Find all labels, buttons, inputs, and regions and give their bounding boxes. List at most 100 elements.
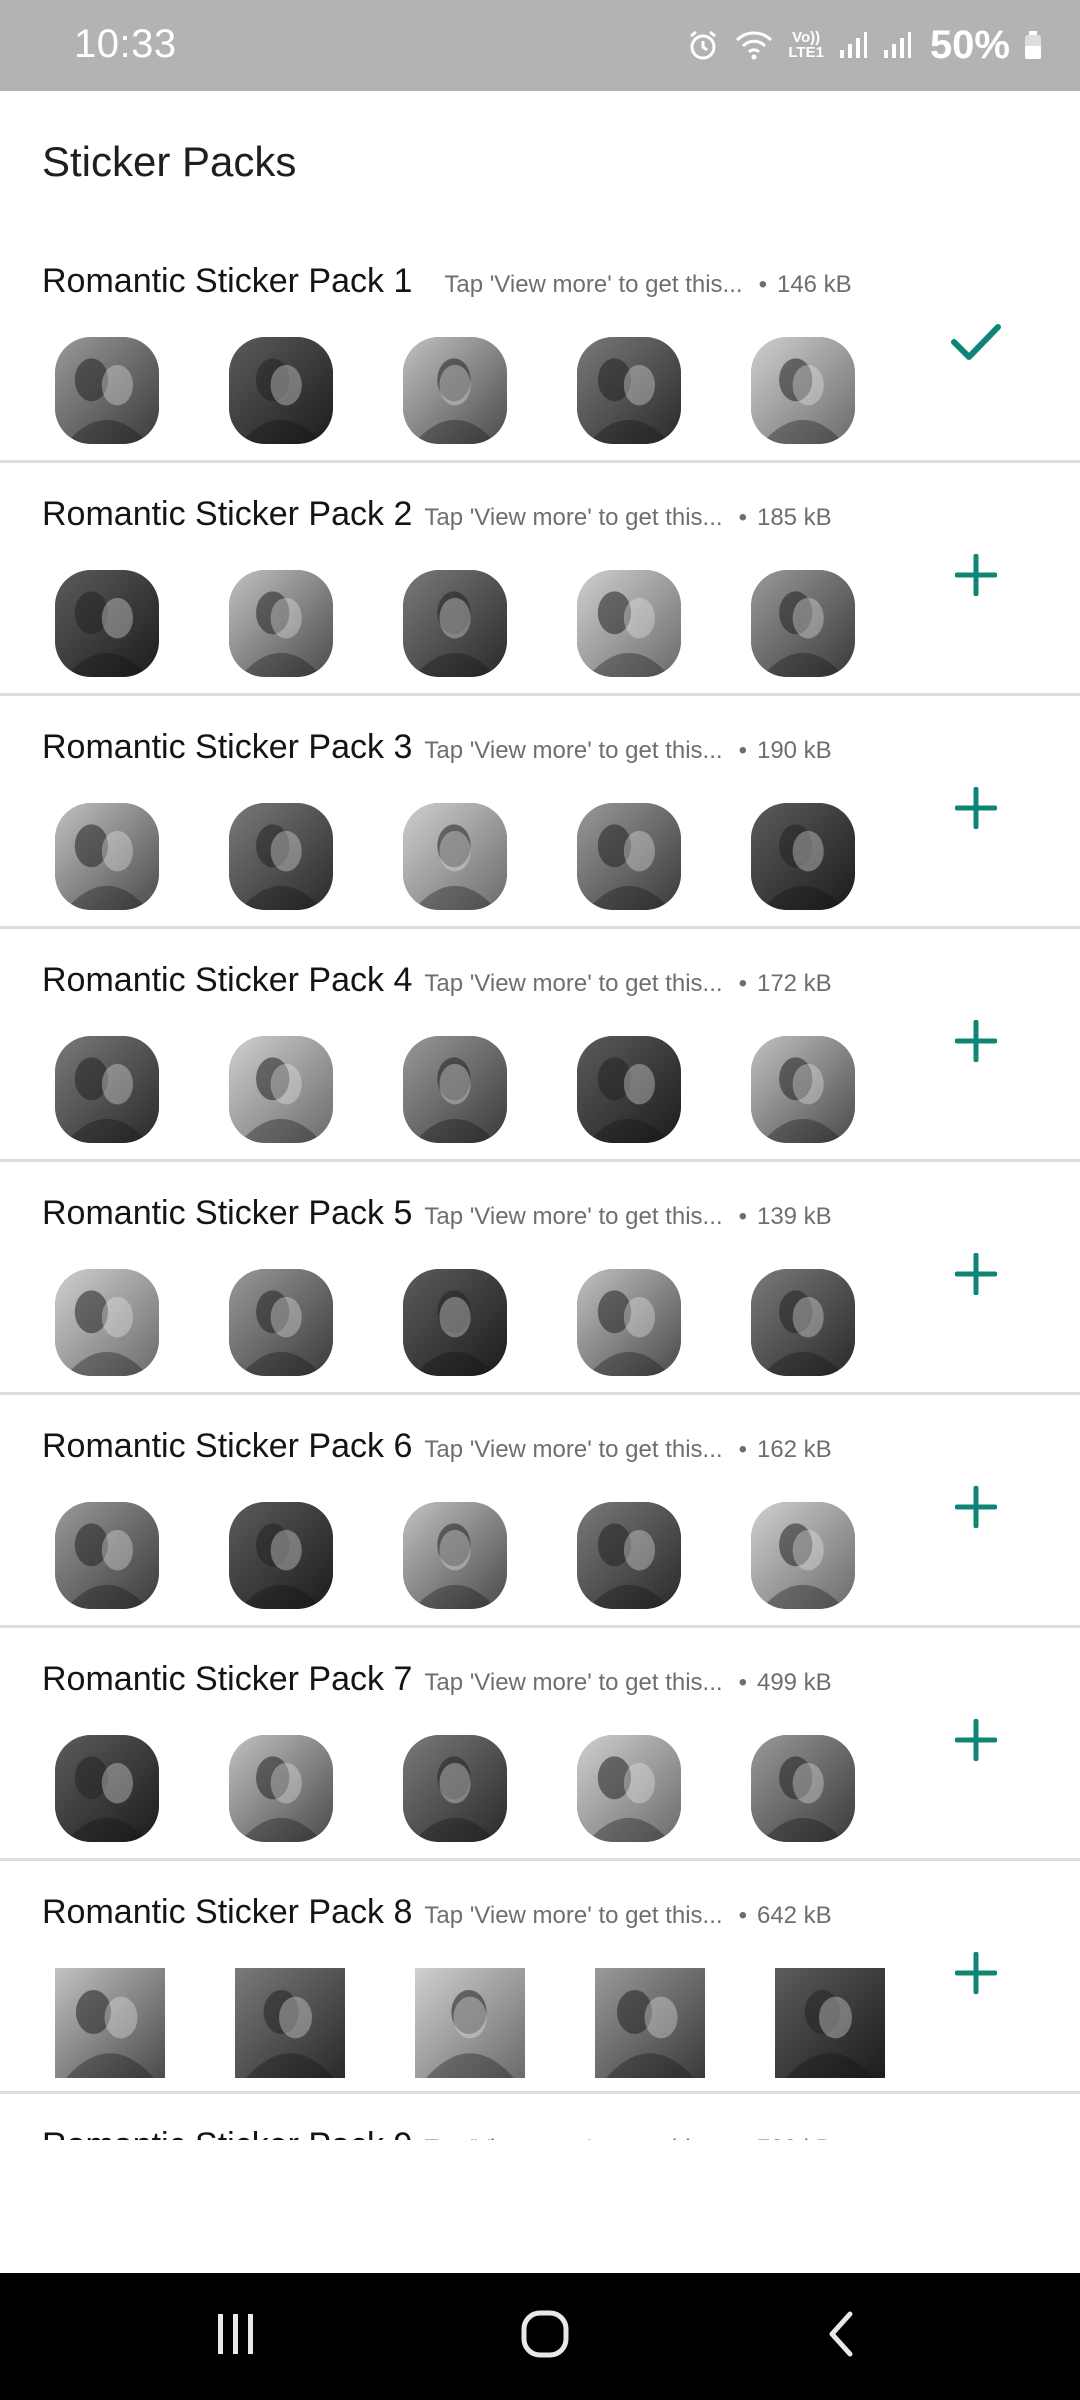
sticker-thumbnail [751,337,855,444]
sticker-pack-row[interactable]: Romantic Sticker Pack 7 Tap 'View more' t… [0,1628,1080,1861]
sticker-thumbnail [55,1502,159,1609]
sticker-thumbnail [55,1735,159,1842]
sticker-pack-row[interactable]: Romantic Sticker Pack 1 Tap 'View more' t… [0,230,1080,463]
add-pack-button[interactable] [947,1713,1005,1771]
pack-name: Romantic Sticker Pack 4 [42,961,413,999]
sticker-thumbnail [403,1269,507,1376]
pack-header: Romantic Sticker Pack 3 Tap 'View more' t… [42,728,832,767]
sticker-previews [55,1968,885,2078]
pack-header: Romantic Sticker Pack 5 Tap 'View more' t… [42,1194,832,1233]
pack-size: 642 kB [739,1902,832,1930]
pack-description: Tap 'View more' to get this... [424,1669,723,1696]
add-pack-button[interactable] [947,1247,1005,1305]
sticker-thumbnail [577,1269,681,1376]
added-check-button[interactable] [947,315,1005,373]
pack-description: Tap 'View more' to get this... [424,2135,722,2140]
recents-button[interactable] [196,2273,276,2400]
pack-size: 139 kB [739,1203,832,1231]
battery-percent: 50% [929,22,1010,67]
sticker-thumbnail [751,1269,855,1376]
sticker-thumbnail [577,1036,681,1143]
pack-size: 499 kB [739,1669,832,1697]
plus-icon [954,553,998,601]
add-pack-button[interactable] [947,1946,1005,2004]
sticker-previews [55,1036,855,1143]
sticker-thumbnail [55,1968,165,2078]
sticker-thumbnail [751,803,855,910]
plus-icon [954,1019,998,1067]
network-type: Vo)) LTE1 [788,29,824,61]
sticker-thumbnail [229,1269,333,1376]
sticker-pack-row[interactable]: Romantic Sticker Pack 9 Tap 'View more' t… [0,2094,1080,2140]
add-pack-button[interactable] [947,1480,1005,1538]
pack-size: 172 kB [739,970,832,998]
sticker-pack-row[interactable]: Romantic Sticker Pack 6 Tap 'View more' t… [0,1395,1080,1628]
sticker-pack-list[interactable]: Romantic Sticker Pack 1 Tap 'View more' t… [0,230,1080,2140]
sticker-thumbnail [229,337,333,444]
home-button[interactable] [505,2273,585,2400]
home-icon [520,2309,570,2364]
plus-icon [954,786,998,834]
sticker-thumbnail [751,1735,855,1842]
sticker-thumbnail [55,337,159,444]
status-time: 10:33 [74,22,177,66]
sticker-pack-row[interactable]: Romantic Sticker Pack 2 Tap 'View more' t… [0,463,1080,696]
add-pack-button[interactable] [947,548,1005,606]
sticker-previews [55,1735,855,1842]
sticker-previews [55,803,855,910]
wifi-icon [734,28,774,62]
sticker-thumbnail [577,1502,681,1609]
sticker-thumbnail [577,1735,681,1842]
sticker-pack-row[interactable]: Romantic Sticker Pack 8 Tap 'View more' t… [0,1861,1080,2094]
sticker-thumbnail [229,1036,333,1143]
sticker-thumbnail [229,1735,333,1842]
back-button[interactable] [800,2273,880,2400]
sticker-thumbnail [751,1502,855,1609]
pack-description: Tap 'View more' to get this... [424,504,723,531]
pack-size: 190 kB [739,737,832,765]
back-icon [824,2310,856,2363]
sticker-thumbnail [229,803,333,910]
pack-header: Romantic Sticker Pack 6 Tap 'View more' t… [42,1427,832,1466]
sticker-thumbnail [55,803,159,910]
status-bar: 10:33 Vo)) LTE1 50% [0,0,1080,91]
sticker-thumbnail [775,1968,885,2078]
pack-header: Romantic Sticker Pack 2 Tap 'View more' t… [42,495,832,534]
sticker-pack-row[interactable]: Romantic Sticker Pack 3 Tap 'View more' t… [0,696,1080,929]
sticker-thumbnail [403,337,507,444]
pack-size: 162 kB [739,1436,832,1464]
pack-description: Tap 'View more' to get this... [424,1436,723,1463]
pack-name: Romantic Sticker Pack 6 [42,1427,413,1465]
sticker-thumbnail [55,1269,159,1376]
page-title: Sticker Packs [42,138,297,185]
pack-header: Romantic Sticker Pack 1 Tap 'View more' t… [42,262,852,301]
sticker-previews [55,570,855,677]
plus-icon [954,1485,998,1533]
pack-size: 146 kB [759,271,852,299]
sticker-thumbnail [577,803,681,910]
pack-header: Romantic Sticker Pack 7 Tap 'View more' t… [42,1660,832,1699]
sticker-thumbnail [403,803,507,910]
system-nav-bar [0,2273,1080,2400]
pack-header: Romantic Sticker Pack 9 Tap 'View more' t… [42,2126,832,2140]
sticker-thumbnail [55,570,159,677]
add-pack-button[interactable] [947,1014,1005,1072]
sticker-previews [55,1269,855,1376]
status-icons: Vo)) LTE1 50% [686,20,1042,70]
pack-header: Romantic Sticker Pack 8 Tap 'View more' t… [42,1893,832,1932]
sticker-thumbnail [595,1968,705,2078]
alarm-icon [686,28,720,62]
recents-icon [214,2312,258,2361]
signal-icon-2 [882,30,912,60]
sticker-thumbnail [229,570,333,677]
sticker-thumbnail [229,1502,333,1609]
sticker-thumbnail [403,1735,507,1842]
sticker-thumbnail [415,1968,525,2078]
signal-icon-1 [838,30,868,60]
pack-description: Tap 'View more' to get this... [424,737,723,764]
sticker-thumbnail [55,1036,159,1143]
sticker-thumbnail [403,570,507,677]
sticker-pack-row[interactable]: Romantic Sticker Pack 4 Tap 'View more' t… [0,929,1080,1162]
add-pack-button[interactable] [947,781,1005,839]
sticker-pack-row[interactable]: Romantic Sticker Pack 5 Tap 'View more' t… [0,1162,1080,1395]
